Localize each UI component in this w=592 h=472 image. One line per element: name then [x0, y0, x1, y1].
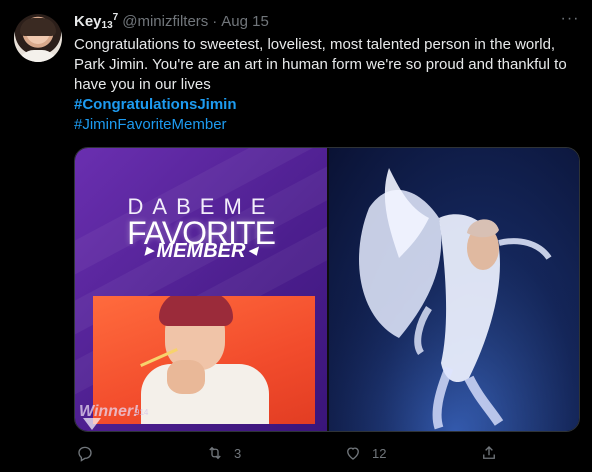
retweet-icon	[209, 446, 221, 460]
tweet-media[interactable]: DABEME FAVORITE ▶ MEMBER ◀ Winner! 914	[74, 147, 580, 432]
tweet-body: Congratulations to sweetest, loveliest, …	[74, 36, 567, 93]
portrait-hair	[159, 296, 233, 326]
retweet-count: 3	[234, 445, 242, 461]
handle[interactable]: @minizfilters	[122, 13, 208, 30]
reply-icon	[78, 446, 92, 462]
portrait-shirt	[141, 364, 269, 424]
more-options-icon[interactable]: ···	[558, 11, 582, 32]
avatar-hair	[20, 18, 56, 36]
watermark-logo-icon	[83, 418, 101, 430]
separator-dot: ·	[212, 13, 218, 30]
avatar[interactable]	[14, 14, 62, 62]
tweet-actions: 3 12	[74, 442, 504, 464]
like-icon	[347, 447, 359, 460]
avatar-shirt	[18, 50, 58, 62]
like-button[interactable]: 12	[344, 442, 386, 464]
tweet-text: Congratulations to sweetest, loveliest, …	[74, 35, 579, 135]
like-count: 12	[372, 445, 387, 461]
media-image-favorite-member[interactable]: DABEME FAVORITE ▶ MEMBER ◀ Winner! 914	[75, 148, 327, 431]
tweet[interactable]: Key137 @minizfilters · Aug 15 ··· Congra…	[0, 0, 592, 472]
tweet-date[interactable]: Aug 15	[221, 13, 269, 30]
dancer-photo	[329, 148, 579, 431]
hashtag-link[interactable]: #JiminFavoriteMember	[74, 115, 579, 135]
watermark-sub: 914	[135, 408, 149, 417]
name-subscript: 13	[101, 20, 113, 31]
retweet-button[interactable]: 3	[206, 442, 241, 464]
reply-button[interactable]	[76, 442, 104, 464]
media-image-dancer[interactable]	[329, 148, 579, 431]
portrait-hand	[167, 360, 205, 394]
tweet-header: Key137 @minizfilters · Aug 15	[74, 12, 269, 32]
image-title-sub: ▶ MEMBER ◀	[145, 240, 257, 262]
share-icon	[483, 446, 495, 459]
share-button[interactable]	[480, 442, 508, 464]
name-superscript: 7	[112, 12, 119, 23]
hashtag-link[interactable]: #CongratulationsJimin	[74, 95, 579, 115]
display-name[interactable]: Key137	[74, 12, 118, 31]
